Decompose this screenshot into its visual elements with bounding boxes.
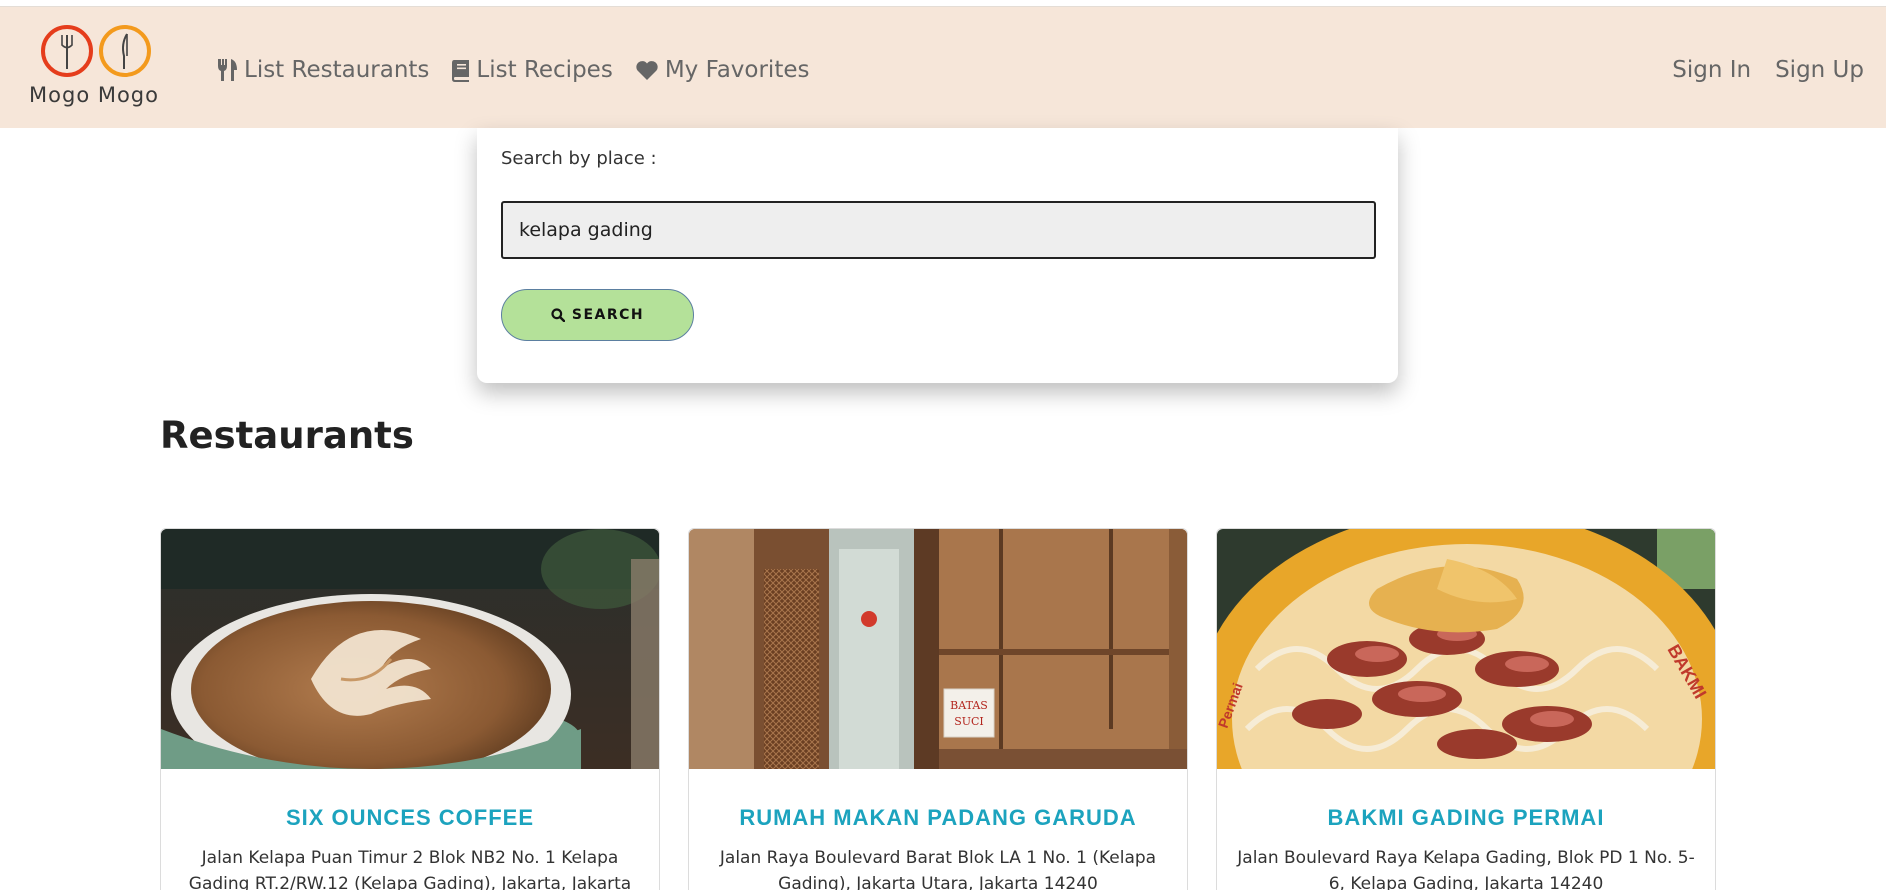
restaurant-card[interactable]: BAKMI Permai BAKMI GADING PERMAI Jalan B…	[1216, 528, 1716, 890]
search-panel: Search by place : SEARCH	[477, 128, 1398, 383]
restaurant-image-coffee[interactable]	[161, 529, 659, 769]
nav-item-label: List Recipes	[476, 57, 613, 83]
brand-name: Mogo Mogo	[29, 83, 159, 107]
sign-up-link[interactable]: Sign Up	[1775, 57, 1864, 83]
restaurant-card[interactable]: SIX OUNCES COFFEE Jalan Kelapa Puan Timu…	[160, 528, 660, 890]
restaurant-name[interactable]: RUMAH MAKAN PADANG GARUDA	[689, 805, 1187, 831]
search-button[interactable]: SEARCH	[501, 289, 694, 341]
search-icon	[551, 308, 565, 322]
svg-text:BATAS: BATAS	[950, 699, 988, 712]
search-place-input[interactable]	[501, 201, 1376, 259]
navbar: Mogo Mogo List Restaurants List Recipes …	[0, 7, 1886, 128]
auth-links: Sign In Sign Up	[1648, 57, 1864, 83]
restaurant-image-entrance[interactable]: BATAS SUCI	[689, 529, 1187, 769]
nav-item-list-recipes[interactable]: List Recipes	[451, 57, 613, 83]
svg-text:SUCI: SUCI	[954, 715, 984, 728]
brand-logo[interactable]: Mogo Mogo	[24, 23, 164, 115]
restaurant-entrance-image: BATAS SUCI	[689, 529, 1187, 769]
noodle-bowl-with-pork-image: BAKMI Permai	[1217, 529, 1715, 769]
search-button-label: SEARCH	[571, 307, 645, 323]
restaurant-card[interactable]: BATAS SUCI RUMAH MAKAN PADANG GARUDA Jal…	[688, 528, 1188, 890]
batas-suci-sign: BATAS SUCI	[943, 688, 995, 738]
top-border	[0, 0, 1886, 7]
restaurant-address: Jalan Boulevard Raya Kelapa Gading, Blok…	[1237, 848, 1695, 890]
main-nav: List Restaurants List Recipes My Favorit…	[216, 57, 831, 83]
sign-in-link[interactable]: Sign In	[1672, 57, 1751, 83]
heart-icon	[636, 60, 658, 80]
section-title-restaurants: Restaurants	[160, 414, 414, 457]
restaurant-address: Jalan Kelapa Puan Timur 2 Blok NB2 No. 1…	[188, 848, 632, 890]
restaurant-name[interactable]: SIX OUNCES COFFEE	[161, 805, 659, 831]
nav-item-label: List Restaurants	[244, 57, 430, 83]
book-icon	[452, 59, 470, 82]
restaurant-image-noodles[interactable]: BAKMI Permai	[1217, 529, 1715, 769]
nav-item-list-restaurants[interactable]: List Restaurants	[216, 57, 429, 83]
restaurant-address: Jalan Raya Boulevard Barat Blok LA 1 No.…	[719, 848, 1157, 890]
latte-art-coffee-cup-image	[161, 529, 659, 769]
plate-fork-knife-logo-icon	[41, 25, 151, 77]
search-label: Search by place :	[501, 148, 657, 169]
nav-item-label: My Favorites	[664, 57, 810, 83]
nav-item-my-favorites[interactable]: My Favorites	[635, 57, 810, 83]
restaurant-name[interactable]: BAKMI GADING PERMAI	[1217, 805, 1715, 831]
utensils-icon	[218, 59, 237, 81]
